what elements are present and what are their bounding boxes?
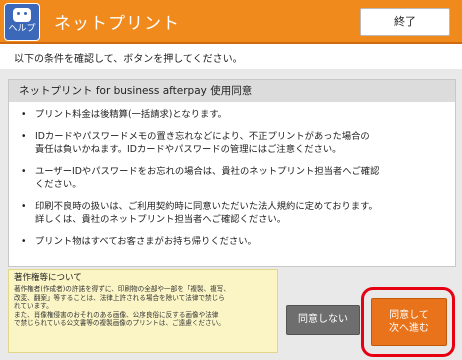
agreement-item: IDカードやパスワードメモの置き忘れなどにより、不正プリントがあった場合の 責任… xyxy=(21,130,445,156)
agreement-item: プリント物はすべてお客さまがお持ち帰りください。 xyxy=(21,235,445,248)
agreement-item-line: ユーザーIDやパスワードをお忘れの場合は、貴社のネットプリント担当者へご確認 xyxy=(35,166,380,177)
copyright-title: 著作権等について xyxy=(14,273,82,283)
help-button[interactable]: ヘルプ xyxy=(4,3,40,41)
agreement-list: プリント料金は後精算(一括請求)となります。 IDカードやパスワードメモの置き忘… xyxy=(9,102,455,248)
end-button[interactable]: 終了 xyxy=(360,8,450,36)
agreement-item-line: IDカードやパスワードメモの置き忘れなどにより、不正プリントがあった場合の xyxy=(35,131,370,142)
page-title: ネットプリント xyxy=(54,14,180,34)
agreement-item-line: ください。 xyxy=(35,179,82,190)
copyright-line: で禁じられている公文書等の複製画像のプリントは、ご遠慮ください。 xyxy=(14,319,225,328)
agreement-title: ネットプリント for business afterpay 使用同意 xyxy=(9,80,455,102)
agreement-panel: ネットプリント for business afterpay 使用同意 プリント料… xyxy=(8,79,456,267)
instruction-text: 以下の条件を確認して、ボタンを押してください。 xyxy=(14,54,243,65)
agreement-item-line: 詳しくは、貴社のネットプリント担当者へご確認ください。 xyxy=(35,214,287,225)
agreement-item: プリント料金は後精算(一括請求)となります。 xyxy=(21,108,445,121)
agreement-item: ユーザーIDやパスワードをお忘れの場合は、貴社のネットプリント担当者へご確認 く… xyxy=(21,165,445,191)
agreement-item-line: 責任は負いかねます。IDカードやパスワードの管理にはご注意ください。 xyxy=(35,144,342,155)
agreement-item-line: プリント物はすべてお客さまがお持ち帰りください。 xyxy=(35,236,257,247)
help-face-icon xyxy=(13,8,31,22)
copyright-line: 著作権者(作成者)の許諾を得ずに、印刷物の全部や一部を「複製、複写、 xyxy=(14,285,230,293)
agree-next-button[interactable]: 同意して 次へ進む xyxy=(371,298,447,346)
copyright-notice: 著作権等について 著作権者(作成者)の許諾を得ずに、印刷物の全部や一部を「複製、… xyxy=(8,269,278,353)
disagree-button[interactable]: 同意しない xyxy=(286,305,360,335)
copyright-line: れています。 xyxy=(14,302,53,311)
agreement-item-line: 印刷不良時の扱いは、ご利用契約時に同意いただいた法人規約に定めております。 xyxy=(35,201,378,212)
help-button-label: ヘルプ xyxy=(8,24,36,34)
agree-button-label-line1: 同意して xyxy=(389,310,429,321)
header-bar: ヘルプ ネットプリント 終了 xyxy=(0,0,462,44)
agreement-item-line: プリント料金は後精算(一括請求)となります。 xyxy=(35,109,227,120)
main-area: ネットプリント for business afterpay 使用同意 プリント料… xyxy=(0,69,462,360)
agreement-item: 印刷不良時の扱いは、ご利用契約時に同意いただいた法人規約に定めております。 詳し… xyxy=(21,200,445,226)
copyright-line: 改変、翻案」等することは、法律上許される場合を除いて法律で禁じら xyxy=(14,293,225,302)
agree-button-label-line2: 次へ進む xyxy=(389,323,429,334)
